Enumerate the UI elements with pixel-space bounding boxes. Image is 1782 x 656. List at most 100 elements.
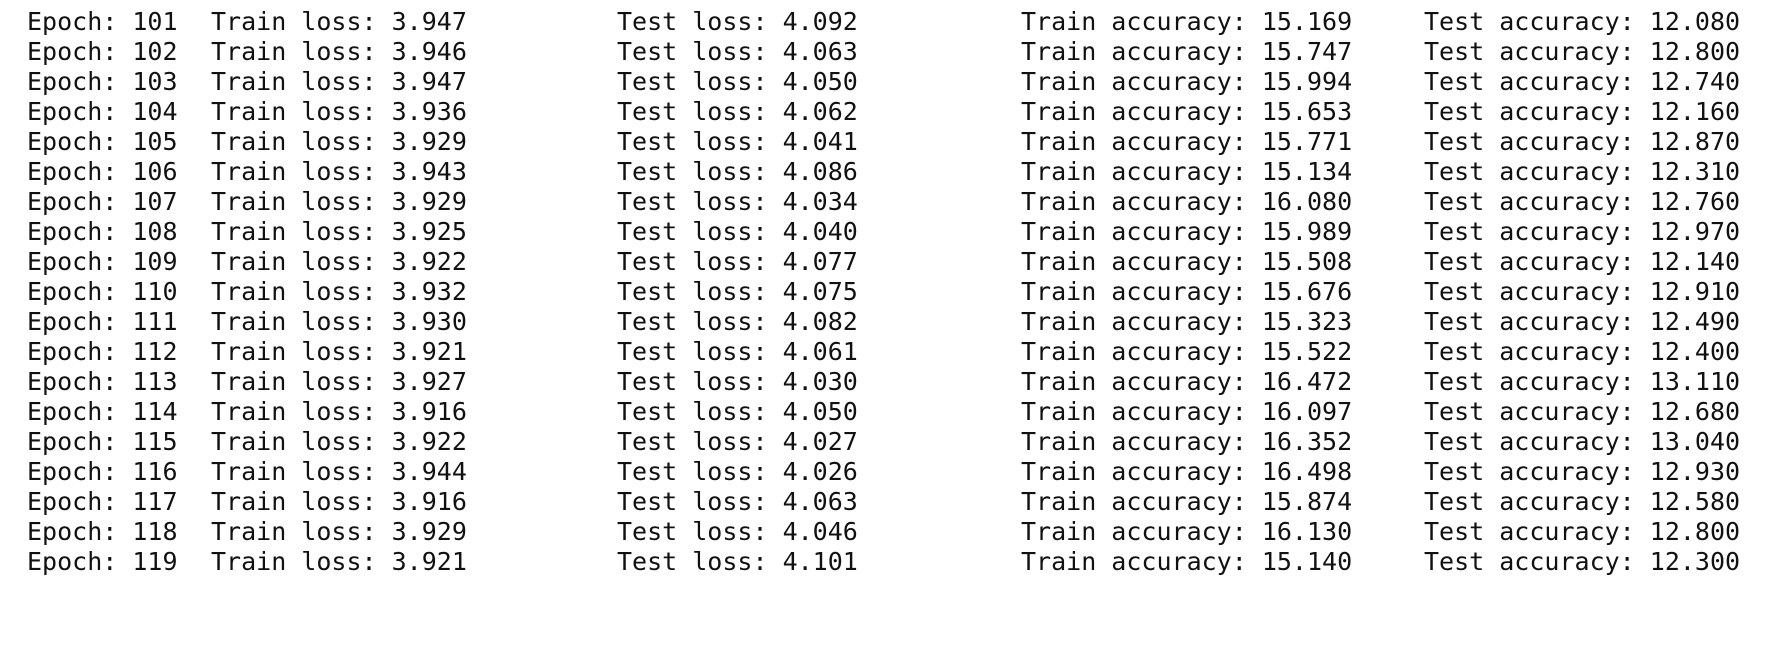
log-line: Epoch: 105 Train loss: 3.929 Test loss: 4.… (0, 127, 1782, 157)
train-loss-value: Train loss: 3.944 (211, 457, 467, 486)
train-loss-value: Train loss: 3.946 (211, 37, 467, 66)
train-accuracy-value: Train accuracy: 16.080 (1021, 187, 1353, 216)
test-accuracy-value: Test accuracy: 12.490 (1424, 307, 1741, 336)
train-loss-value: Train loss: 3.922 (211, 247, 467, 276)
test-loss-value: Test loss: 4.062 (617, 97, 858, 126)
train-accuracy-value: Train accuracy: 15.874 (1021, 487, 1353, 516)
train-loss-value: Train loss: 3.929 (211, 187, 467, 216)
train-loss-value: Train loss: 3.921 (211, 547, 467, 576)
log-line: Epoch: 117 Train loss: 3.916 Test loss: 4.… (0, 487, 1782, 517)
train-accuracy-value: Train accuracy: 15.508 (1021, 247, 1353, 276)
train-accuracy-value: Train accuracy: 15.522 (1021, 337, 1353, 366)
test-loss-value: Test loss: 4.063 (617, 37, 858, 66)
train-loss-value: Train loss: 3.916 (211, 397, 467, 426)
test-accuracy-value: Test accuracy: 12.080 (1424, 7, 1741, 36)
log-line: Epoch: 104 Train loss: 3.936 Test loss: 4.… (0, 97, 1782, 127)
test-loss-value: Test loss: 4.050 (617, 67, 858, 96)
epoch-label: Epoch: 103 (27, 67, 178, 96)
test-accuracy-value: Test accuracy: 12.760 (1424, 187, 1741, 216)
test-loss-value: Test loss: 4.092 (617, 7, 858, 36)
log-line: Epoch: 114 Train loss: 3.916 Test loss: 4.… (0, 397, 1782, 427)
epoch-label: Epoch: 116 (27, 457, 178, 486)
clipped-previous-line (0, 0, 1782, 6)
train-loss-value: Train loss: 3.916 (211, 487, 467, 516)
train-loss-value: Train loss: 3.921 (211, 337, 467, 366)
test-loss-value: Test loss: 4.101 (617, 547, 858, 576)
test-loss-value: Test loss: 4.040 (617, 217, 858, 246)
test-accuracy-value: Test accuracy: 12.930 (1424, 457, 1741, 486)
train-loss-value: Train loss: 3.925 (211, 217, 467, 246)
train-loss-value: Train loss: 3.947 (211, 7, 467, 36)
test-accuracy-value: Test accuracy: 12.160 (1424, 97, 1741, 126)
train-accuracy-value: Train accuracy: 15.676 (1021, 277, 1353, 306)
epoch-label: Epoch: 118 (27, 517, 178, 546)
test-accuracy-value: Test accuracy: 13.040 (1424, 427, 1741, 456)
test-accuracy-value: Test accuracy: 12.910 (1424, 277, 1741, 306)
test-accuracy-value: Test accuracy: 12.800 (1424, 37, 1741, 66)
log-line: Epoch: 112 Train loss: 3.921 Test loss: 4.… (0, 337, 1782, 367)
epoch-label: Epoch: 110 (27, 277, 178, 306)
test-accuracy-value: Test accuracy: 12.800 (1424, 517, 1741, 546)
epoch-label: Epoch: 113 (27, 367, 178, 396)
test-loss-value: Test loss: 4.041 (617, 127, 858, 156)
test-loss-value: Test loss: 4.063 (617, 487, 858, 516)
epoch-label: Epoch: 112 (27, 337, 178, 366)
epoch-label: Epoch: 111 (27, 307, 178, 336)
test-loss-value: Test loss: 4.046 (617, 517, 858, 546)
test-accuracy-value: Test accuracy: 12.580 (1424, 487, 1741, 516)
epoch-label: Epoch: 107 (27, 187, 178, 216)
log-line: Epoch: 113 Train loss: 3.927 Test loss: 4.… (0, 367, 1782, 397)
epoch-label: Epoch: 102 (27, 37, 178, 66)
train-accuracy-value: Train accuracy: 15.771 (1021, 127, 1353, 156)
test-accuracy-value: Test accuracy: 12.680 (1424, 397, 1741, 426)
train-accuracy-value: Train accuracy: 16.097 (1021, 397, 1353, 426)
test-loss-value: Test loss: 4.034 (617, 187, 858, 216)
train-loss-value: Train loss: 3.927 (211, 367, 467, 396)
test-accuracy-value: Test accuracy: 13.110 (1424, 367, 1741, 396)
train-accuracy-value: Train accuracy: 15.323 (1021, 307, 1353, 336)
test-loss-value: Test loss: 4.075 (617, 277, 858, 306)
test-loss-value: Test loss: 4.027 (617, 427, 858, 456)
epoch-label: Epoch: 109 (27, 247, 178, 276)
train-accuracy-value: Train accuracy: 15.989 (1021, 217, 1353, 246)
train-loss-value: Train loss: 3.932 (211, 277, 467, 306)
epoch-label: Epoch: 104 (27, 97, 178, 126)
test-loss-value: Test loss: 4.026 (617, 457, 858, 486)
log-line: Epoch: 102 Train loss: 3.946 Test loss: 4.… (0, 37, 1782, 67)
train-loss-value: Train loss: 3.943 (211, 157, 467, 186)
epoch-label: Epoch: 108 (27, 217, 178, 246)
train-accuracy-value: Train accuracy: 16.352 (1021, 427, 1353, 456)
epoch-label: Epoch: 105 (27, 127, 178, 156)
train-loss-value: Train loss: 3.936 (211, 97, 467, 126)
epoch-label: Epoch: 101 (27, 7, 178, 36)
train-loss-value: Train loss: 3.930 (211, 307, 467, 336)
test-loss-value: Test loss: 4.086 (617, 157, 858, 186)
test-accuracy-value: Test accuracy: 12.870 (1424, 127, 1741, 156)
log-line: Epoch: 115 Train loss: 3.922 Test loss: 4.… (0, 427, 1782, 457)
epoch-label: Epoch: 106 (27, 157, 178, 186)
log-line: Epoch: 103 Train loss: 3.947 Test loss: 4.… (0, 67, 1782, 97)
log-line: Epoch: 110 Train loss: 3.932 Test loss: 4.… (0, 277, 1782, 307)
train-accuracy-value: Train accuracy: 15.653 (1021, 97, 1353, 126)
test-accuracy-value: Test accuracy: 12.970 (1424, 217, 1741, 246)
train-loss-value: Train loss: 3.929 (211, 517, 467, 546)
test-accuracy-value: Test accuracy: 12.400 (1424, 337, 1741, 366)
log-line: Epoch: 108 Train loss: 3.925 Test loss: 4.… (0, 217, 1782, 247)
train-accuracy-value: Train accuracy: 16.498 (1021, 457, 1353, 486)
train-loss-value: Train loss: 3.922 (211, 427, 467, 456)
train-accuracy-value: Train accuracy: 16.472 (1021, 367, 1353, 396)
train-loss-value: Train loss: 3.929 (211, 127, 467, 156)
test-loss-value: Test loss: 4.050 (617, 397, 858, 426)
test-loss-value: Test loss: 4.030 (617, 367, 858, 396)
train-accuracy-value: Train accuracy: 15.994 (1021, 67, 1353, 96)
train-accuracy-value: Train accuracy: 15.140 (1021, 547, 1353, 576)
train-accuracy-value: Train accuracy: 15.747 (1021, 37, 1353, 66)
test-loss-value: Test loss: 4.061 (617, 337, 858, 366)
train-accuracy-value: Train accuracy: 15.134 (1021, 157, 1353, 186)
training-log-output: Epoch: 101 Train loss: 3.947 Test loss: 4.… (0, 0, 1782, 656)
epoch-label: Epoch: 115 (27, 427, 178, 456)
epoch-label: Epoch: 114 (27, 397, 178, 426)
test-loss-value: Test loss: 4.082 (617, 307, 858, 336)
train-accuracy-value: Train accuracy: 16.130 (1021, 517, 1353, 546)
log-line: Epoch: 109 Train loss: 3.922 Test loss: 4.… (0, 247, 1782, 277)
